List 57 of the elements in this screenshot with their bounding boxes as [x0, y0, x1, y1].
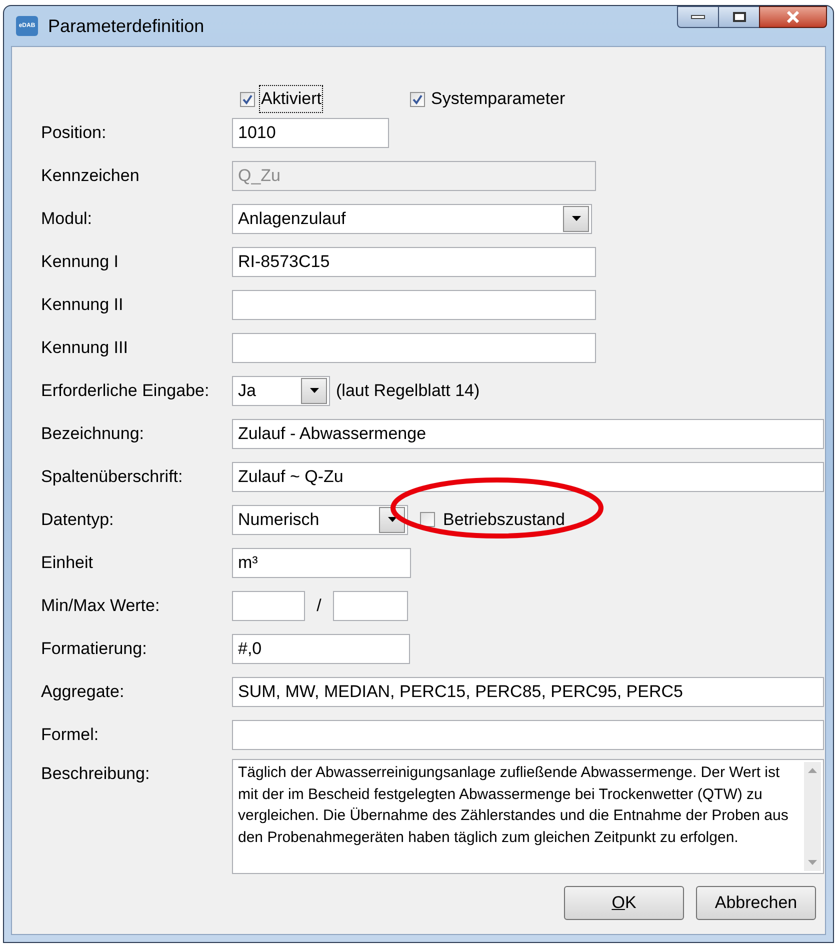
min-field[interactable]	[232, 590, 305, 620]
caret-down-icon	[572, 216, 580, 221]
field-label: Formel:	[41, 724, 100, 746]
text-field[interactable]: Zulauf - Abwassermenge	[232, 418, 824, 448]
field-label: Min/Max Werte:	[41, 594, 161, 617]
checkbox[interactable]	[240, 92, 255, 106]
dropdown-field[interactable]: Numerisch	[232, 504, 408, 534]
text-field[interactable]: RI-8573C15	[232, 246, 596, 276]
max-field[interactable]	[333, 590, 408, 620]
dialog-button[interactable]: Abbrechen	[696, 886, 816, 920]
checkbox-label: Aktiviert	[259, 85, 324, 113]
dropdown-button[interactable]	[301, 378, 327, 404]
field-label: Position:	[41, 122, 108, 144]
maximize-button[interactable]	[719, 6, 759, 28]
field-label: Bezeichnung:	[41, 422, 146, 445]
text-field[interactable]: m³	[232, 548, 411, 578]
text-field[interactable]	[232, 290, 596, 320]
field-label: Erforderliche Eingabe:	[41, 380, 210, 402]
field-label: Spaltenüberschrift:	[41, 466, 184, 488]
checkbox[interactable]	[420, 512, 435, 527]
button-label: Abbrechen	[714, 892, 798, 914]
description-text: Täglich der Abwasserreinigungsanlage zufließende Abwassermenge. Der Wert ist mit der im Bescheid festgelegten Abwassermenge bei Trockenwetter (QTW) zu vergleichen. Die Übernahme des Zählerstandes und die Entnahme der Proben aus den Probenahmegeräten haben täglich zum gleichen Zeitpunkt zu erfolgen.	[237, 763, 790, 848]
checkbox-label: Betriebszustand	[443, 508, 565, 531]
caret-down-icon	[388, 517, 396, 522]
description-field[interactable]	[232, 759, 824, 874]
checkmark-icon	[242, 94, 253, 104]
dropdown-field[interactable]: Anlagenzulauf	[232, 204, 592, 234]
text-field[interactable]: 1010	[232, 118, 389, 148]
window-title: Parameterdefinition	[48, 14, 204, 38]
close-button[interactable]	[759, 6, 827, 28]
field-label: Beschreibung:	[41, 763, 151, 785]
dropdown-button[interactable]	[563, 206, 589, 232]
checkbox-label: Systemparameter	[430, 88, 566, 110]
field-label: Kennung II	[41, 294, 124, 316]
field-label: Formatierung:	[41, 638, 148, 660]
checkbox[interactable]	[410, 92, 425, 106]
minimize-button[interactable]	[677, 6, 719, 28]
dialog-button[interactable]: OK	[564, 886, 684, 920]
hint-text: (laut Regelblatt 14)	[336, 380, 480, 402]
field-label: Modul:	[41, 208, 94, 230]
field-label: Kennung I	[41, 250, 120, 273]
text-field[interactable]: Zulauf ~ Q-Zu	[232, 462, 824, 492]
dropdown-field[interactable]: Ja	[232, 376, 330, 406]
close-icon	[786, 11, 800, 23]
field-label: Einheit	[41, 552, 94, 574]
field-label: Aggregate:	[41, 680, 126, 703]
field-label: Kennzeichen	[41, 164, 140, 187]
field-label: Datentyp:	[41, 508, 115, 531]
caret-down-icon	[310, 388, 318, 393]
separator-text: /	[316, 594, 322, 617]
button-label: OK	[612, 892, 636, 914]
text-field[interactable]	[232, 720, 824, 750]
text-field[interactable]	[232, 332, 596, 362]
checkmark-icon	[412, 94, 423, 104]
text-field[interactable]: #,0	[232, 634, 410, 664]
text-field[interactable]: SUM, MW, MEDIAN, PERC15, PERC85, PERC95, PERC5	[232, 676, 824, 706]
field-label: Kennung III	[41, 336, 129, 359]
